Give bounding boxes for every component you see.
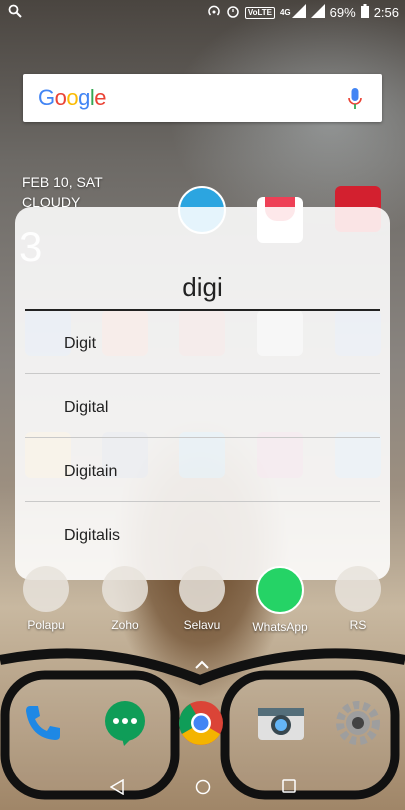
signal-icon	[291, 4, 306, 21]
google-logo: Google	[38, 85, 107, 110]
google-search-bar[interactable]: Google	[23, 74, 382, 122]
hotspot-icon	[207, 4, 221, 21]
chrome-icon[interactable]	[178, 700, 224, 746]
settings-icon[interactable]	[335, 700, 381, 746]
signal-2-icon	[310, 4, 325, 21]
chevron-up-icon[interactable]	[195, 656, 209, 674]
suggestion-item[interactable]: Digitalis	[25, 503, 380, 565]
app-label: Polapu	[27, 618, 65, 632]
ghost-clock-digit: 3	[19, 223, 43, 270]
suggestion-label: Digitain	[64, 463, 118, 480]
camera-icon[interactable]	[256, 700, 304, 746]
folder-selavu[interactable]: Selavu	[172, 566, 232, 632]
suggestion-item[interactable]: Digitain	[25, 439, 380, 502]
whatsapp-icon	[256, 566, 304, 614]
search-suggestion-panel: 3 digi Digit Digital Digitain Digitalis	[15, 207, 390, 580]
folder-rs[interactable]: RS	[328, 566, 388, 632]
selavu-folder-icon	[179, 566, 225, 612]
search-query-input[interactable]: digi	[25, 265, 380, 311]
volte-badge: VoLTE	[244, 6, 275, 19]
microphone-icon[interactable]	[348, 88, 362, 115]
suggestion-item[interactable]: Digital	[25, 375, 380, 438]
app-label: Zoho	[111, 618, 139, 632]
back-icon[interactable]	[109, 778, 124, 800]
app-label: Selavu	[183, 618, 221, 632]
polapu-folder-icon	[23, 566, 69, 612]
date-weather-widget[interactable]: FEB 10, SAT CLOUDY	[22, 172, 103, 212]
home-icon[interactable]	[195, 779, 211, 800]
suggestion-label: Digitalis	[64, 527, 121, 544]
suggestion-label: Digit	[64, 335, 97, 352]
clock: 2:56	[373, 5, 399, 20]
phone-icon[interactable]	[20, 700, 66, 746]
app-label: WhatsApp	[252, 620, 308, 634]
hangouts-icon[interactable]	[102, 700, 148, 746]
suggestion-item[interactable]: Digit	[25, 311, 380, 374]
app-whatsapp[interactable]: WhatsApp	[250, 566, 310, 634]
folder-polapu[interactable]: Polapu	[16, 566, 76, 632]
battery-percent: 69%	[329, 5, 356, 20]
alarm-icon	[226, 4, 240, 21]
app-label: RS	[349, 618, 367, 632]
zoho-folder-icon	[102, 566, 148, 612]
suggestion-label: Digital	[64, 399, 109, 416]
rs-folder-icon	[335, 566, 381, 612]
date-label: FEB 10, SAT	[22, 174, 103, 190]
search-icon[interactable]	[8, 4, 22, 21]
folder-zoho[interactable]: Zoho	[95, 566, 155, 632]
battery-icon	[360, 4, 369, 21]
status-bar: VoLTE 4G 69% 2:56	[0, 0, 405, 24]
recents-icon[interactable]	[282, 779, 296, 798]
navigation-bar	[0, 765, 405, 810]
network-type: 4G	[279, 8, 291, 17]
